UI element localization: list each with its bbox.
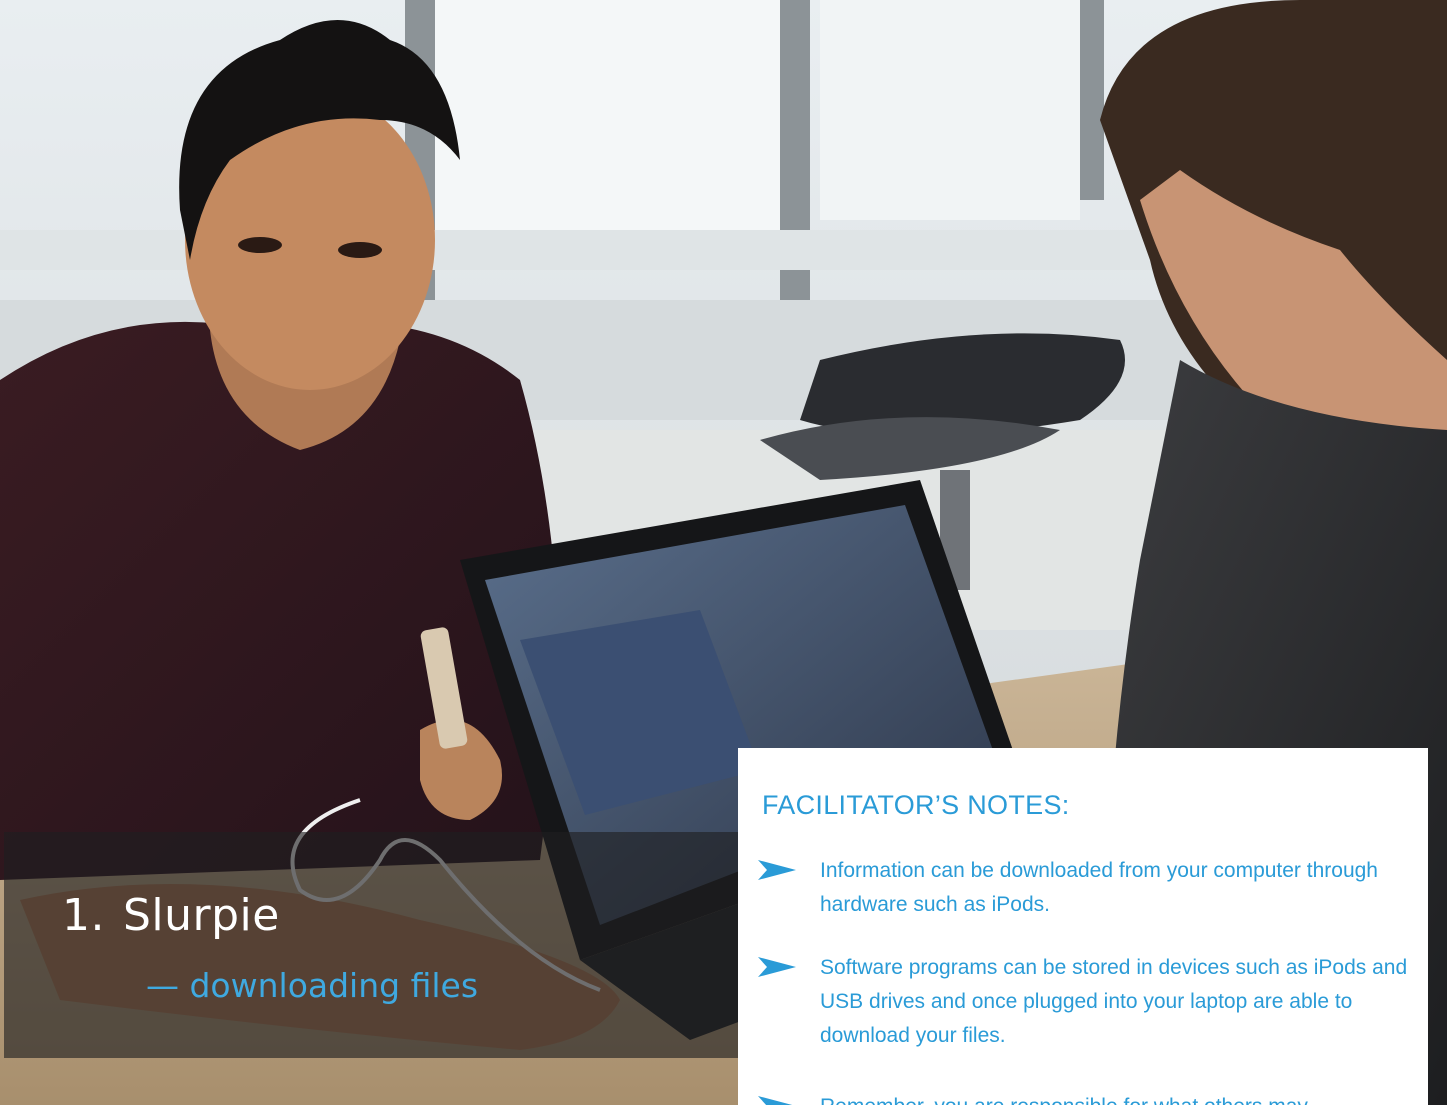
note-text: Software programs can be stored in devic… [820,956,1408,1047]
caption-band [4,832,744,1058]
arrow-bullet-icon [758,860,796,880]
arrow-bullet-icon [758,1096,793,1105]
facilitator-notes-panel: FACILITATOR’S NOTES: Information can be … [738,748,1428,1105]
note-text: Information can be downloaded from your … [820,859,1378,916]
arrow-bullet-icon [758,957,796,977]
notes-heading: FACILITATOR’S NOTES: [762,790,1070,820]
slide-subtitle: — downloading files [146,966,479,1005]
slide-title-text: Slurpie [122,890,280,941]
slide-title: 1. Slurpie [62,890,280,941]
slide-number: 1. [62,890,105,941]
note-text: Remember, you are responsible for what o… [820,1090,1410,1105]
